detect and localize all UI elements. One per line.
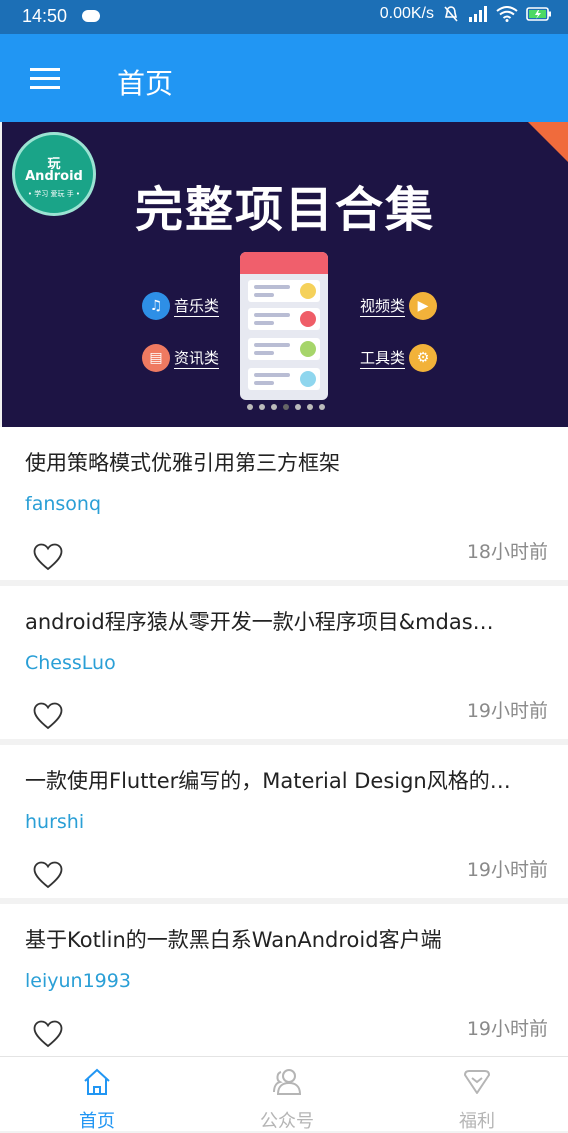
article-card[interactable]: 基于Kotlin的一款黑白系WanAndroid客户端 leiyun1993 1… [0,904,568,1057]
article-title[interactable]: 一款使用Flutter编写的，Material Design风格的… [25,765,535,795]
banner-title: 完整项目合集 [134,182,435,238]
mute-icon [444,6,458,22]
feature-news: ▤ 资讯类 [142,344,220,372]
heart-icon[interactable] [33,702,63,730]
carousel-indicator [247,404,325,410]
article-author[interactable]: ChessLuo [25,652,116,674]
article-author[interactable]: fansonq [25,493,101,515]
article-card[interactable]: 使用策略模式优雅引用第三方框架 fansonq 18小时前 [0,427,568,580]
article-title[interactable]: 使用策略模式优雅引用第三方框架 [25,447,535,477]
home-icon [84,1068,110,1095]
battery-icon [526,7,551,21]
heart-icon[interactable] [33,543,63,571]
feature-music: ♫ 音乐类 [142,292,220,320]
book-icon: ▤ [142,344,170,372]
status-indicators: 0.00K/s [380,5,552,23]
feature-music-label: 音乐类 [174,297,220,317]
nav-label-wechat: 公众号 [260,1111,314,1132]
status-time: 14:50 [22,6,68,26]
article-time: 19小时前 [466,1018,548,1040]
menu-icon[interactable] [30,68,62,90]
signal-icon [469,6,487,22]
app-bar: 首页 [0,34,568,122]
wifi-icon [496,6,518,22]
bottom-navigation: 首页 公众号 福利 [0,1056,568,1132]
article-card[interactable]: android程序猿从零开发一款小程序项目&mdas… ChessLuo 19小… [0,586,568,739]
phone-illustration [240,252,328,400]
feature-tools-label: 工具类 [360,349,406,369]
feature-tools: 工具类 ⚙ [360,344,438,372]
banner-carousel[interactable]: 玩 Android • 学习 爱玩 手 • 完整项目合集 ♫ 音乐类 ▤ 资讯类… [2,122,568,427]
page-title: 首页 [117,67,174,100]
article-time: 18小时前 [466,541,548,563]
nav-item-welfare[interactable]: 福利 [427,1057,527,1132]
banner-corner-ribbon [528,122,568,162]
article-card[interactable]: 一款使用Flutter编写的，Material Design风格的… hursh… [0,745,568,898]
network-speed: 0.00K/s [379,5,434,22]
article-author[interactable]: hurshi [25,811,84,833]
article-title[interactable]: android程序猿从零开发一款小程序项目&mdas… [25,606,535,636]
article-time: 19小时前 [466,700,548,722]
feature-news-label: 资讯类 [174,349,220,369]
nav-item-wechat[interactable]: 公众号 [237,1057,337,1132]
heart-icon[interactable] [33,861,63,889]
nav-item-home[interactable]: 首页 [47,1057,147,1132]
article-title[interactable]: 基于Kotlin的一款黑白系WanAndroid客户端 [25,924,535,954]
nav-label-welfare: 福利 [459,1111,495,1132]
nav-label-home: 首页 [79,1111,115,1132]
gear-icon: ⚙ [409,344,438,372]
heart-icon[interactable] [33,1020,63,1048]
article-time: 19小时前 [466,859,548,881]
article-author[interactable]: leiyun1993 [25,970,131,992]
feature-video: 视频类 ▶ [360,292,438,320]
music-icon: ♫ [142,292,170,320]
status-bar: 14:50 0.00K/s [0,0,568,34]
feature-video-label: 视频类 [360,297,406,317]
notification-icon [82,10,100,22]
people-icon [273,1069,302,1095]
video-icon: ▶ [409,292,438,320]
diamond-icon [464,1070,490,1094]
